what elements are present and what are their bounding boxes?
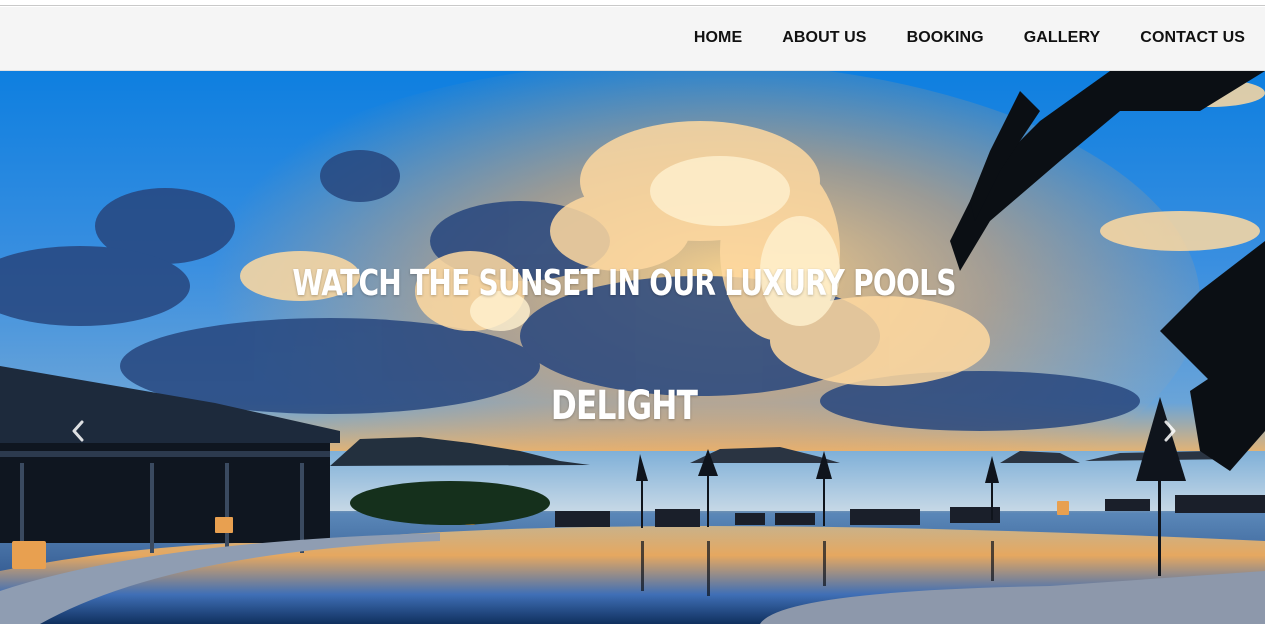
top-border: [0, 0, 1265, 6]
carousel-next-button[interactable]: [1150, 411, 1190, 451]
nav-about-us-link[interactable]: ABOUT US: [762, 7, 886, 71]
hero-title: WATCH THE SUNSET IN OUR LUXURY POOLS: [292, 263, 956, 304]
nav-gallery-link[interactable]: GALLERY: [1004, 7, 1121, 71]
sunset-pool-image: [0, 71, 1265, 624]
nav-booking-link[interactable]: BOOKING: [887, 7, 1004, 71]
chevron-right-icon: [1164, 420, 1176, 442]
nav-home-link[interactable]: HOME: [674, 7, 762, 71]
nav-contact-us-link[interactable]: CONTACT US: [1120, 7, 1265, 71]
hero-carousel: WATCH THE SUNSET IN OUR LUXURY POOLS DEL…: [0, 71, 1265, 624]
carousel-prev-button[interactable]: [58, 411, 98, 451]
hero-subtitle: DELIGHT: [550, 383, 698, 429]
navbar: HOME ABOUT US BOOKING GALLERY CONTACT US: [0, 7, 1265, 71]
hero-slide: [0, 71, 1265, 624]
chevron-left-icon: [72, 420, 84, 442]
main-nav: HOME ABOUT US BOOKING GALLERY CONTACT US: [674, 7, 1265, 71]
